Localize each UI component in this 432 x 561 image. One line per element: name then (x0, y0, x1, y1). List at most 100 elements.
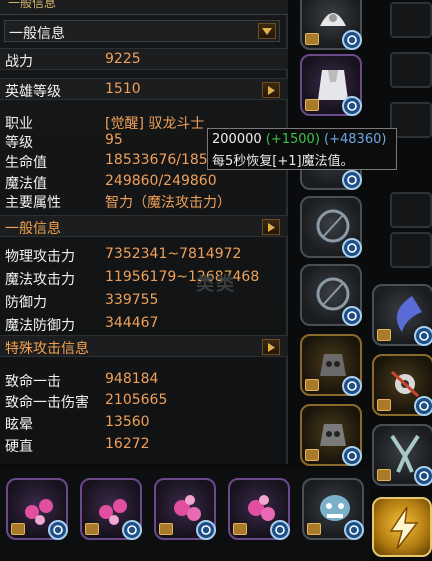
section-title: 特殊攻击信息 (5, 341, 89, 357)
lock-icon (305, 449, 319, 461)
swap-icon[interactable] (196, 520, 216, 540)
lightning-icon (389, 507, 419, 549)
stat-value: 16272 (105, 436, 150, 452)
stat-row-critical: 致命一击 948184 (0, 369, 288, 391)
stat-label: 魔法防御力 (5, 318, 75, 334)
costume-slot-5[interactable] (302, 478, 364, 540)
section-title: 一般信息 (5, 221, 61, 237)
panel-caption: 一般信息 (8, 0, 57, 10)
costume-slot-2[interactable] (80, 478, 142, 540)
lightning-skill-button[interactable] (372, 497, 432, 557)
stat-row-main-attribute: 主要属性 智力（魔法攻击力） (0, 190, 288, 212)
side-slot[interactable] (390, 232, 432, 268)
lock-icon (377, 399, 391, 411)
tooltip-base-value: 200000 (212, 132, 262, 147)
lock-icon (377, 469, 391, 481)
stat-row-stiffness: 硬直 16272 (0, 434, 288, 456)
stat-label: 魔法攻击力 (5, 272, 75, 288)
expand-hero-level-button[interactable] (262, 82, 280, 98)
stat-label: 硬直 (5, 439, 33, 455)
stat-value: 1510 (105, 81, 141, 97)
side-slot[interactable] (390, 52, 432, 88)
stat-row-physical-attack: 物理攻击力 7352341~7814972 (0, 244, 288, 266)
stat-label: 战力 (5, 54, 33, 70)
stat-row-hero-level: 英雄等级 1510 (0, 78, 288, 100)
equip-slot-armor[interactable] (300, 54, 362, 116)
mp-tooltip: 200000 (+1500) (+48360) 每5秒恢复[+1]魔法值。 (207, 128, 397, 170)
character-stats-panel: 一般信息 一般信息 战力 9225 英雄等级 1510 职业 [觉醒] 驭龙斗士… (0, 0, 288, 464)
lock-icon (85, 523, 99, 535)
stat-value: 18533676/185 (105, 152, 208, 168)
costume-slot-3[interactable] (154, 478, 216, 540)
stat-label: 等级 (5, 135, 33, 151)
lock-icon (11, 523, 25, 535)
swap-icon[interactable] (342, 238, 362, 258)
swap-icon[interactable] (122, 520, 142, 540)
stat-value: 2105665 (105, 392, 168, 408)
chevron-down-icon[interactable] (258, 23, 276, 39)
section-header-general: 一般信息 (0, 215, 288, 237)
swap-icon[interactable] (414, 326, 432, 346)
equip-slot-helmet[interactable] (300, 0, 362, 50)
equip-slot-wing[interactable] (372, 284, 432, 346)
stat-label: 致命一击 (5, 374, 61, 390)
lock-icon (305, 379, 319, 391)
tooltip-blue-bonus: (+48360) (324, 132, 387, 147)
lock-icon (377, 329, 391, 341)
stat-row-magic-defense: 魔法防御力 344467 (0, 313, 288, 335)
stat-value: 9225 (105, 51, 141, 67)
stat-value: 948184 (105, 371, 159, 387)
stat-row-defense: 防御力 339755 (0, 290, 288, 312)
stat-label: 眩晕 (5, 417, 33, 433)
stat-row-critical-damage: 致命一击伤害 2105665 (0, 390, 288, 412)
panel-top-strip: 一般信息 (0, 0, 288, 15)
stat-label: 英雄等级 (5, 84, 61, 100)
stat-value: 智力（魔法攻击力） (105, 195, 231, 211)
swap-icon[interactable] (342, 306, 362, 326)
swap-icon[interactable] (342, 30, 362, 50)
lock-icon (305, 33, 319, 45)
swap-icon[interactable] (342, 446, 362, 466)
stat-value: 95 (105, 132, 123, 148)
equip-slot-tail[interactable] (372, 424, 432, 486)
tooltip-description: 每5秒恢复[+1]魔法值。 (212, 154, 354, 169)
stat-label: 主要属性 (5, 195, 61, 211)
dropdown-selected-label: 一般信息 (9, 26, 65, 42)
stat-label: 致命一击伤害 (5, 395, 89, 411)
costume-slot-4[interactable] (228, 478, 290, 540)
swap-icon[interactable] (48, 520, 68, 540)
equip-slot-ring-1[interactable] (300, 196, 362, 258)
lock-icon (307, 523, 321, 535)
equip-slot-talisman[interactable] (372, 354, 432, 416)
info-category-dropdown[interactable]: 一般信息 (4, 20, 280, 42)
stat-value: 249860/249860 (105, 173, 217, 189)
stat-label: 物理攻击力 (5, 249, 75, 265)
side-slot[interactable] (390, 2, 432, 38)
expand-special-button[interactable] (262, 339, 280, 355)
side-slot[interactable] (390, 192, 432, 228)
tooltip-green-bonus: (+1500) (265, 132, 320, 147)
stat-label: 防御力 (5, 295, 47, 311)
swap-icon[interactable] (414, 396, 432, 416)
lock-icon (159, 523, 173, 535)
equip-slot-ring-2[interactable] (300, 264, 362, 326)
watermark: 类类 (196, 274, 236, 295)
tooltip-value-line: 200000 (+1500) (+48360) (212, 132, 386, 147)
stat-value: 13560 (105, 414, 150, 430)
swap-icon[interactable] (342, 376, 362, 396)
section-header-special: 特殊攻击信息 (0, 335, 288, 357)
costume-slot-1[interactable] (6, 478, 68, 540)
swap-icon[interactable] (270, 520, 290, 540)
equip-slot-accessory-2[interactable] (300, 404, 362, 466)
swap-icon[interactable] (414, 466, 432, 486)
expand-general-button[interactable] (262, 219, 280, 235)
stat-row-magic-attack: 魔法攻击力 11956179~12687468 (0, 267, 288, 289)
swap-icon[interactable] (342, 96, 362, 116)
stat-label: 生命值 (5, 155, 47, 171)
equip-slot-accessory-1[interactable] (300, 334, 362, 396)
swap-icon[interactable] (344, 520, 364, 540)
stat-value: 344467 (105, 315, 159, 331)
stat-value: 339755 (105, 292, 159, 308)
stat-row-stun: 眩晕 13560 (0, 412, 288, 434)
swap-icon[interactable] (342, 170, 362, 190)
